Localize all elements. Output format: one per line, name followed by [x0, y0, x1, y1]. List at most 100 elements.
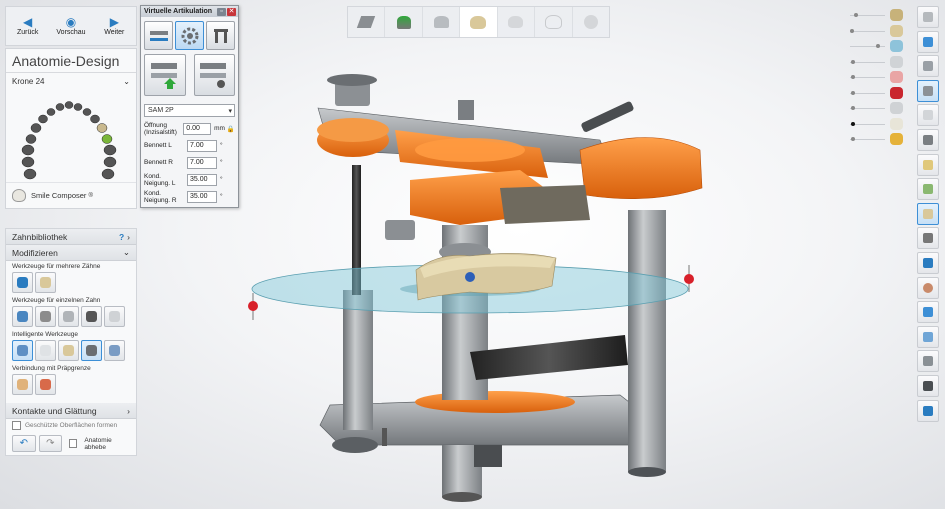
single-tooth-tool-button[interactable] [81, 306, 102, 327]
model-icon [923, 85, 933, 96]
protected-surfaces-option[interactable]: Geschützte Oberflächen formen [6, 419, 136, 432]
articulator-icon [149, 30, 168, 41]
multi-tooth-tool-button[interactable] [35, 272, 56, 293]
visibility-slider[interactable] [848, 55, 903, 71]
field-label: Bennett L [144, 142, 172, 149]
visibility-slider[interactable] [848, 70, 903, 86]
next-button[interactable]: ▶ Weiter [93, 7, 136, 45]
view-button[interactable] [917, 128, 939, 151]
upper-jaw-icon [890, 9, 903, 21]
smart-tool-button[interactable] [104, 340, 125, 361]
settings-button[interactable] [175, 21, 204, 50]
prep-tool-button[interactable] [35, 374, 56, 395]
workflow-step-die[interactable] [385, 7, 423, 37]
view-button[interactable] [917, 399, 939, 422]
bennett-l-input[interactable]: 7.00 [187, 139, 217, 152]
view-button[interactable] [917, 251, 939, 274]
multi-tooth-tool-button[interactable] [12, 272, 33, 293]
single-tooth-tool-button[interactable] [104, 306, 125, 327]
view-button[interactable] [917, 374, 939, 397]
visibility-slider[interactable] [848, 86, 903, 102]
protected-surfaces-checkbox[interactable] [12, 421, 21, 430]
workflow-step-scan[interactable] [348, 7, 386, 37]
articulator-type-select[interactable]: SAM 2P ▾ [144, 104, 235, 117]
view-button[interactable] [917, 55, 939, 78]
close-icon[interactable]: ✕ [227, 7, 236, 16]
minimize-icon[interactable]: ▫ [217, 7, 226, 16]
group-prep-label: Verbindung mit Präpgrenze [12, 365, 91, 372]
multi-tooth-tools [6, 270, 136, 295]
workflow-step-outline[interactable] [535, 7, 573, 37]
modify-header[interactable]: Modifizieren ⌄ [6, 245, 136, 261]
smile-composer-row[interactable]: Smile Composer ® [6, 182, 136, 208]
workflow-toolbar [347, 6, 610, 38]
smart-tool-button[interactable] [58, 340, 79, 361]
opening-input[interactable]: 0.00 [183, 122, 212, 135]
dialog-titlebar[interactable]: Virtuelle Artikulation ▫ ✕ [141, 6, 238, 17]
undo-button[interactable]: ↶ [12, 435, 36, 452]
view-button[interactable] [917, 301, 939, 324]
help-icon[interactable]: ? [119, 232, 124, 242]
articulator-motion-button[interactable] [193, 54, 235, 96]
occlusion-map-icon [890, 133, 903, 145]
view-button[interactable] [917, 79, 939, 102]
jaw-icon [923, 257, 933, 268]
smart-tool-button[interactable] [12, 340, 33, 361]
bennett-r-input[interactable]: 7.00 [187, 156, 217, 169]
view-button[interactable] [917, 276, 939, 299]
view-button[interactable] [917, 178, 939, 201]
modify-label: Modifizieren [12, 247, 58, 258]
view-button[interactable] [917, 153, 939, 176]
protected-surfaces-label: Geschützte Oberflächen formen [25, 422, 118, 429]
prep-tool-button[interactable] [12, 374, 33, 395]
lock-icon[interactable]: 🔒 [227, 125, 235, 133]
load-articulator-button[interactable] [144, 54, 186, 96]
visibility-slider[interactable] [848, 24, 903, 40]
workflow-step-tooth[interactable] [498, 7, 536, 37]
margin-connect-icon [17, 379, 28, 390]
workflow-step-margin[interactable] [423, 7, 461, 37]
group-single-label: Werkzeuge für einzelnen Zahn [12, 297, 101, 304]
view-button[interactable] [917, 350, 939, 373]
redo-button[interactable]: ↷ [38, 435, 63, 452]
contacts-header[interactable]: Kontakte und Glättung › [6, 403, 136, 419]
tooth-arch-map[interactable] [6, 90, 136, 182]
view-button[interactable] [917, 325, 939, 348]
visibility-slider[interactable] [848, 39, 903, 55]
tools-panel: Zahnbibliothek ? › Modifizieren ⌄ Werkzeu… [5, 228, 137, 456]
articulator-view-button[interactable] [144, 21, 173, 50]
smart-tools [6, 338, 136, 363]
view-button[interactable] [917, 30, 939, 53]
contact-icon [923, 159, 933, 170]
view-button[interactable] [917, 6, 939, 28]
articulator-upload-icon [150, 63, 177, 89]
tooth-library-header[interactable]: Zahnbibliothek ? › [6, 229, 136, 245]
plane-icon [890, 40, 903, 52]
condylar-incline-l-input[interactable]: 35.00 [187, 173, 217, 186]
single-tooth-tool-button[interactable] [35, 306, 56, 327]
jaw-icon [890, 86, 903, 99]
die-icon [396, 15, 411, 29]
remove-material-icon [86, 311, 97, 322]
visibility-slider[interactable] [848, 8, 903, 24]
preview-button[interactable]: ◉ Vorschau [49, 7, 92, 45]
view-button[interactable] [917, 104, 939, 127]
articulator-frame-button[interactable] [206, 21, 235, 50]
back-button[interactable]: ◀ Zurück [6, 7, 49, 45]
view-button[interactable] [917, 202, 939, 225]
smart-tool-button[interactable] [81, 340, 102, 361]
condylar-incline-r-input[interactable]: 35.00 [187, 190, 217, 203]
visibility-slider[interactable] [848, 117, 903, 133]
view-button[interactable] [917, 227, 939, 250]
visibility-slider[interactable] [848, 101, 903, 117]
smart-tool-button[interactable] [35, 340, 56, 361]
workflow-step-crown[interactable] [460, 7, 498, 37]
workflow-step-mill[interactable] [573, 7, 609, 37]
anatomy-lift-checkbox[interactable] [69, 439, 78, 448]
crown-selector[interactable]: Krone 24 ⌄ [6, 73, 136, 90]
visibility-slider[interactable] [848, 132, 903, 148]
single-tooth-tool-button[interactable] [12, 306, 33, 327]
axis-icon [923, 380, 933, 391]
brush-icon [40, 311, 51, 322]
single-tooth-tool-button[interactable] [58, 306, 79, 327]
